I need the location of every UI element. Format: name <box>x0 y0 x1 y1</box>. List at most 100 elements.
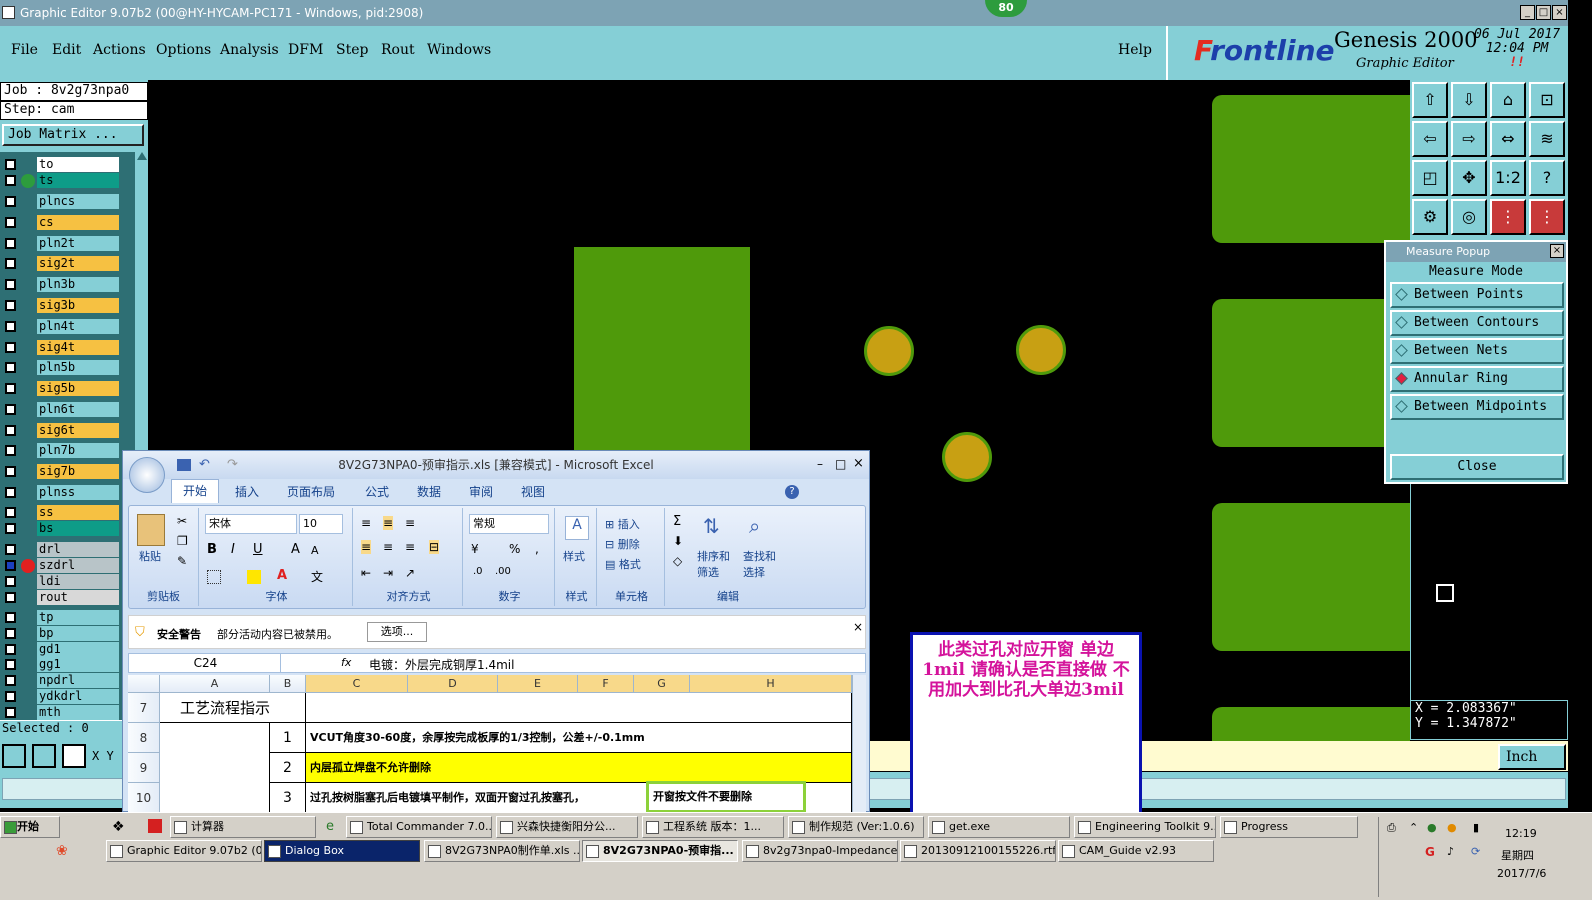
fill-color-icon[interactable] <box>247 570 261 584</box>
layer-name[interactable]: tp <box>37 610 119 625</box>
align-middle-icon[interactable]: ≡ <box>383 516 394 530</box>
find-select-icon[interactable]: ⌕ <box>749 514 760 538</box>
pan-left-icon[interactable]: ⇦ <box>1412 121 1448 157</box>
layer-name[interactable]: ldi <box>37 574 119 589</box>
layer-checkbox[interactable] <box>5 217 16 228</box>
layer-name[interactable]: pln6t <box>37 402 119 417</box>
layer-name[interactable]: drl <box>37 542 119 557</box>
menu-actions[interactable]: Actions <box>93 42 146 58</box>
bold-icon[interactable]: B <box>207 542 217 557</box>
font-name-select[interactable]: 宋体 <box>205 514 297 534</box>
spreadsheet-grid[interactable]: A B C D E F G H 7 工艺流程指示 8 1 VCUT角度30-60… <box>128 675 852 813</box>
layer-checkbox[interactable] <box>5 659 16 670</box>
menu-edit[interactable]: Edit <box>52 42 81 58</box>
layer-checkbox[interactable] <box>5 404 16 415</box>
format-painter-icon[interactable]: ✎ <box>177 554 187 568</box>
layer-name[interactable]: bs <box>37 521 119 536</box>
sort-filter-label[interactable]: 排序和筛选 <box>697 548 737 580</box>
task-get-exe[interactable]: get.exe <box>928 816 1070 838</box>
fill-icon[interactable]: ⬇ <box>673 534 683 548</box>
layer-row[interactable]: pln4t <box>3 319 119 334</box>
layer-checkbox[interactable] <box>5 425 16 436</box>
task-engineering-toolkit[interactable]: Engineering Toolkit 9.... <box>1074 816 1216 838</box>
layer-checkbox[interactable] <box>5 175 16 186</box>
layer-checkbox[interactable] <box>5 362 16 373</box>
menu-file[interactable]: File <box>11 42 38 58</box>
layer-name[interactable]: pln5b <box>37 360 119 375</box>
task-calculator[interactable]: 计算器 <box>170 816 316 838</box>
task-total-commander[interactable]: Total Commander 7.0... <box>346 816 492 838</box>
sort-filter-icon[interactable]: ⇅ <box>703 514 720 538</box>
layer-row[interactable]: sig5b <box>3 381 119 396</box>
maximize-button[interactable]: □ <box>1536 5 1551 20</box>
zoom-area-icon[interactable]: ◰ <box>1412 160 1448 196</box>
table-cell[interactable] <box>160 723 270 813</box>
layer-net-icon[interactable]: ⋮ <box>1529 199 1565 235</box>
layer-row[interactable]: sig7b <box>3 464 119 479</box>
tray-volume-icon[interactable]: ♪ <box>1447 845 1454 858</box>
row-header[interactable]: 7 <box>128 693 160 723</box>
column-header[interactable]: A <box>160 675 270 693</box>
layer-name[interactable]: to <box>37 157 119 172</box>
layer-row[interactable]: tp <box>3 610 119 625</box>
help-icon[interactable]: ? <box>1529 160 1565 196</box>
start-button[interactable]: 开始 <box>0 816 60 838</box>
task-xingsen[interactable]: 兴森快捷衡阳分公... <box>496 816 638 838</box>
tab-review[interactable]: 审阅 <box>469 483 493 500</box>
layer-row[interactable]: pln3b <box>3 277 119 292</box>
layer-row[interactable]: plncs <box>3 194 119 209</box>
option-between-nets[interactable]: Between Nets <box>1390 338 1564 364</box>
vertical-scrollbar[interactable] <box>852 675 866 813</box>
ie-icon[interactable]: e <box>326 819 334 834</box>
layer-name[interactable]: rout <box>37 590 119 605</box>
outdent-icon[interactable]: ⇥ <box>383 566 393 580</box>
font-size-select[interactable]: 10 <box>299 514 343 534</box>
underline-icon[interactable]: U <box>253 542 263 557</box>
table-cell[interactable]: 2 <box>270 753 306 783</box>
formula-input[interactable]: 电镀：外层完成铜厚1.4mil <box>369 656 514 673</box>
layer-name[interactable]: plnss <box>37 485 119 500</box>
layer-row[interactable]: sig4t <box>3 340 119 355</box>
task-excel-review[interactable]: 8V2G73NPA0-预审指... <box>582 840 738 862</box>
task-cam-guide[interactable]: CAM_Guide v2.93 <box>1058 840 1214 862</box>
tab-data[interactable]: 数据 <box>417 483 441 500</box>
layer-row[interactable]: sig6t <box>3 423 119 438</box>
tab-page-layout[interactable]: 页面布局 <box>287 483 335 500</box>
layer-row[interactable]: ydkdrl <box>3 689 119 704</box>
option-between-points[interactable]: Between Points <box>1390 282 1564 308</box>
layer-name[interactable]: sig2t <box>37 256 119 271</box>
layer-name[interactable]: gg1 <box>37 657 119 672</box>
find-select-label[interactable]: 查找和选择 <box>743 548 783 580</box>
layer-checkbox[interactable] <box>5 707 16 718</box>
layer-name[interactable]: ss <box>37 505 119 520</box>
layer-row[interactable]: npdrl <box>3 673 119 688</box>
task-impedance[interactable]: 8v2g73npa0-Impedance ... <box>742 840 898 862</box>
security-options-button[interactable]: 选项... <box>367 622 427 642</box>
layer-checkbox[interactable] <box>5 691 16 702</box>
column-header[interactable]: E <box>498 675 578 693</box>
table-cell[interactable]: 1 <box>270 723 306 753</box>
layer-row[interactable]: drl <box>3 542 119 557</box>
measure-close-button[interactable]: Close <box>1390 454 1564 480</box>
select-all-corner[interactable] <box>128 675 160 693</box>
layer-checkbox[interactable] <box>5 383 16 394</box>
layer-row[interactable]: plnss <box>3 485 119 500</box>
row-header[interactable]: 9 <box>128 753 160 783</box>
redo-icon[interactable]: ↷ <box>227 457 238 472</box>
excel-minimize-button[interactable]: – <box>817 457 823 471</box>
task-dialog-box[interactable]: Dialog Box <box>264 840 420 862</box>
row-header[interactable]: 8 <box>128 723 160 753</box>
align-center-icon[interactable]: ≡ <box>383 540 393 554</box>
align-top-icon[interactable]: ≡ <box>361 516 371 530</box>
pdf-icon[interactable] <box>148 819 162 833</box>
excel-close-button[interactable]: × <box>853 456 864 471</box>
indent-icon[interactable]: ⇤ <box>361 566 371 580</box>
column-header[interactable]: D <box>408 675 498 693</box>
tab-insert[interactable]: 插入 <box>235 483 259 500</box>
layer-row[interactable]: mth <box>3 705 119 720</box>
mirror-icon[interactable]: ⇔ <box>1490 121 1526 157</box>
layer-name[interactable]: plncs <box>37 194 119 209</box>
phonetic-icon[interactable]: 文 <box>311 568 323 585</box>
layer-row[interactable]: sig3b <box>3 298 119 313</box>
layer-grid-icon[interactable]: ⋮ <box>1490 199 1526 235</box>
